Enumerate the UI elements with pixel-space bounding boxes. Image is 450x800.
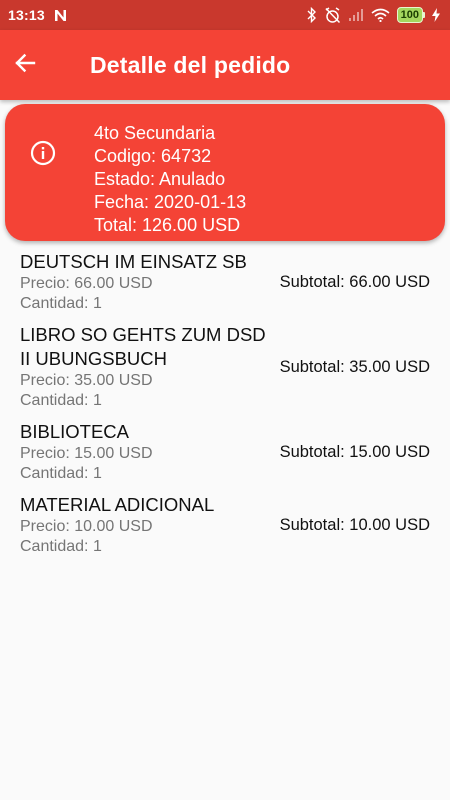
notification-n-icon	[54, 8, 68, 22]
item-quantity: Cantidad: 1	[20, 538, 102, 555]
item-subtotal: Subtotal: 15.00 USD	[279, 442, 430, 461]
list-item: BIBLIOTECA Precio: 15.00 USD Cantidad: 1…	[20, 420, 430, 484]
order-status: Estado: Anulado	[94, 169, 226, 189]
item-name: LIBRO SO GEHTS ZUM DSD II UBUNGSBUCH	[20, 324, 266, 369]
status-icons: 100	[307, 6, 440, 24]
battery-level: 100	[396, 7, 423, 23]
item-price: Precio: 15.00 USD	[20, 445, 153, 462]
order-code: Codigo: 64732	[94, 146, 212, 166]
order-info-card: 4to Secundaria Codigo: 64732 Estado: Anu…	[5, 104, 445, 241]
status-bar: 13:13 100	[0, 0, 450, 30]
order-date: Fecha: 2020-01-13	[94, 192, 247, 212]
battery-icon: 100	[396, 7, 425, 23]
wifi-icon	[371, 8, 390, 22]
item-subtotal: Subtotal: 35.00 USD	[279, 357, 430, 376]
order-total: Total: 126.00 USD	[94, 215, 241, 235]
list-item: LIBRO SO GEHTS ZUM DSD II UBUNGSBUCH Pre…	[20, 323, 430, 411]
info-icon	[30, 140, 56, 166]
signal-icon	[348, 8, 364, 22]
item-price: Precio: 66.00 USD	[20, 275, 153, 292]
alarm-off-icon	[324, 6, 341, 24]
status-time: 13:13	[8, 7, 45, 23]
order-grade: 4to Secundaria	[94, 123, 216, 143]
charging-icon	[432, 8, 440, 22]
page-title: Detalle del pedido	[90, 51, 291, 78]
list-item: MATERIAL ADICIONAL Precio: 10.00 USD Can…	[20, 493, 430, 557]
order-details: 4to Secundaria Codigo: 64732 Estado: Anu…	[94, 122, 246, 237]
item-name: DEUTSCH IM EINSATZ SB	[20, 251, 247, 272]
app-bar: Detalle del pedido	[0, 30, 450, 100]
arrow-back-icon	[14, 52, 36, 79]
item-quantity: Cantidad: 1	[20, 465, 102, 482]
order-items-list: DEUTSCH IM EINSATZ SB Precio: 66.00 USD …	[20, 250, 430, 566]
item-name: BIBLIOTECA	[20, 421, 129, 442]
item-quantity: Cantidad: 1	[20, 295, 102, 312]
item-subtotal: Subtotal: 10.00 USD	[279, 515, 430, 534]
item-quantity: Cantidad: 1	[20, 392, 102, 409]
item-price: Precio: 35.00 USD	[20, 372, 153, 389]
back-button[interactable]	[0, 30, 50, 100]
item-name: MATERIAL ADICIONAL	[20, 494, 215, 515]
list-item: DEUTSCH IM EINSATZ SB Precio: 66.00 USD …	[20, 250, 430, 314]
item-price: Precio: 10.00 USD	[20, 518, 153, 535]
item-subtotal: Subtotal: 66.00 USD	[279, 272, 430, 291]
bluetooth-icon	[307, 7, 317, 23]
